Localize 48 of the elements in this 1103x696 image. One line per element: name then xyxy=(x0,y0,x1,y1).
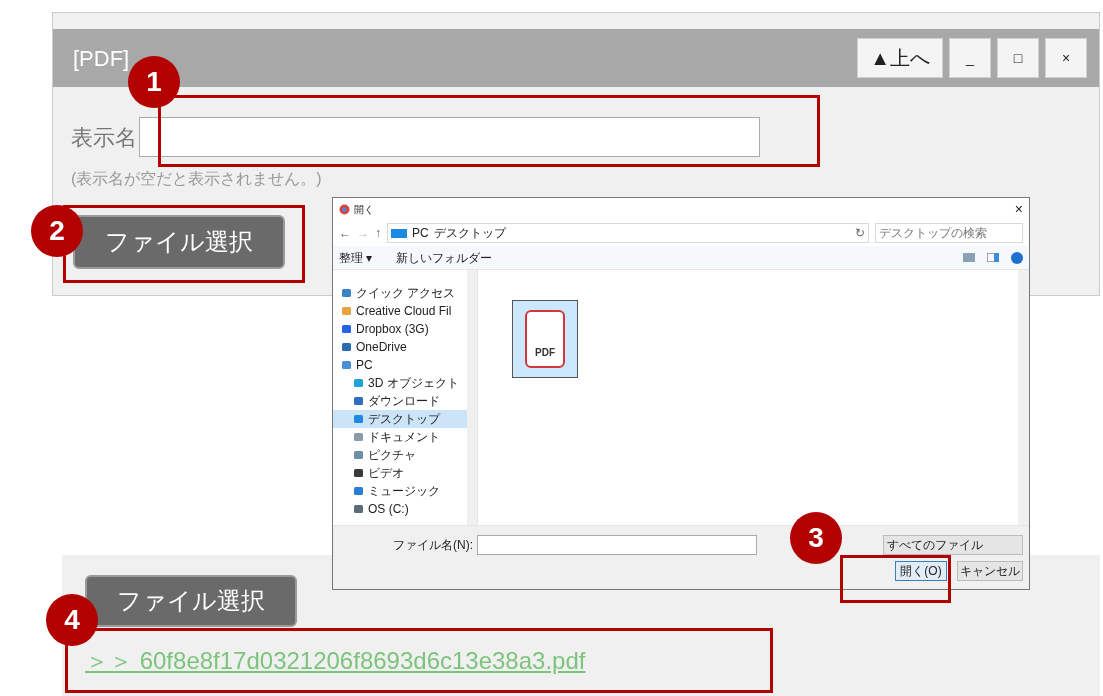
nav-item[interactable]: Dropbox (3G) xyxy=(333,320,467,338)
refresh-button[interactable]: ↻ xyxy=(855,227,865,239)
close-button[interactable]: × xyxy=(1014,202,1023,216)
pane-icon[interactable] xyxy=(987,253,999,262)
dialog-title: 開く xyxy=(354,202,374,217)
panel-title: [PDF] xyxy=(73,44,130,73)
nav-item[interactable]: ピクチャ xyxy=(333,446,467,464)
pdf-label: PDF xyxy=(535,346,555,360)
new-folder-button[interactable]: 新しいフォルダー xyxy=(396,248,493,267)
browser-logo-icon xyxy=(339,203,350,215)
file-type-dropdown[interactable]: すべてのファイル xyxy=(883,535,1023,555)
address-bar[interactable]: PC デスクトップ ↻ xyxy=(387,223,869,243)
nav-item[interactable]: ミュージック xyxy=(333,482,467,500)
breadcrumb-item[interactable]: PC xyxy=(412,224,429,242)
nav-item[interactable]: Creative Cloud Fil xyxy=(333,302,467,320)
open-button[interactable]: 開く(O) xyxy=(895,561,947,581)
display-name-label: 表示名 xyxy=(71,123,137,152)
step-number-badge: 2 xyxy=(31,205,83,257)
file-select-button[interactable]: ファイル選択 xyxy=(85,575,297,627)
move-up-button[interactable]: ▲上へ xyxy=(857,38,943,78)
nav-item[interactable]: PC xyxy=(333,356,467,374)
organize-button[interactable]: 整理 ▾ xyxy=(339,248,373,267)
minimize-button[interactable]: _ xyxy=(949,38,991,78)
pdf-file-item[interactable]: PDF xyxy=(512,300,578,378)
nav-item[interactable]: OS (C:) xyxy=(333,500,467,518)
nav-item[interactable]: デスクトップ xyxy=(333,410,467,428)
display-name-field[interactable] xyxy=(139,117,760,157)
scrollbar[interactable] xyxy=(467,270,478,525)
file-name-field[interactable] xyxy=(477,535,757,555)
cancel-button[interactable]: キャンセル xyxy=(957,561,1023,581)
close-button[interactable]: × xyxy=(1045,38,1087,78)
breadcrumb-item[interactable]: デスクトップ xyxy=(433,224,506,242)
up-button[interactable]: ↑ xyxy=(375,227,381,239)
nav-item[interactable]: 3D オブジェクト xyxy=(333,374,467,392)
nav-item[interactable]: OneDrive xyxy=(333,338,467,356)
nav-item[interactable]: クイック アクセス xyxy=(333,284,467,302)
hint-text: (表示名が空だと表示されません。) xyxy=(70,169,323,189)
nav-item[interactable]: ビデオ xyxy=(333,464,467,482)
file-select-button[interactable]: ファイル選択 xyxy=(73,215,285,269)
maximize-button[interactable]: □ xyxy=(997,38,1039,78)
nav-item[interactable]: ドキュメント xyxy=(333,428,467,446)
nav-item[interactable]: ダウンロード xyxy=(333,392,467,410)
step-number-badge: 4 xyxy=(46,594,98,646)
file-name-label: ファイル名(N): xyxy=(393,537,473,554)
help-icon[interactable] xyxy=(1011,251,1023,264)
back-button[interactable]: ← xyxy=(339,227,351,239)
scrollbar[interactable] xyxy=(1018,270,1029,525)
search-field[interactable]: デスクトップの検索 xyxy=(875,223,1023,243)
